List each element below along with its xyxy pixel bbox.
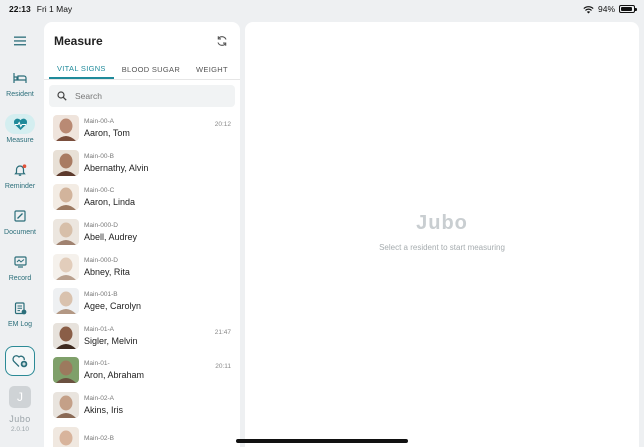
monitor-icon (13, 256, 27, 268)
add-measure-button[interactable] (5, 346, 35, 376)
resident-row[interactable]: Main-02-B (44, 422, 240, 447)
resident-unit: Main-01- (84, 360, 110, 368)
resident-row[interactable]: Main-000-D Abell, Audrey (44, 215, 240, 250)
heart-pulse-icon (13, 118, 27, 130)
bed-icon (13, 73, 27, 83)
resident-name: Abell, Audrey (84, 232, 138, 243)
resident-photo (53, 288, 79, 315)
rail-item-measure[interactable]: Measure (0, 114, 40, 144)
app-version: 2.0.10 (10, 426, 30, 433)
last-measured-time: 20:11 (215, 363, 231, 371)
resident-name: Agee, Carolyn (84, 301, 142, 312)
rail-label: EM Log (7, 321, 33, 328)
em-log-icon (14, 301, 26, 314)
document-edit-icon (14, 210, 26, 222)
battery-icon (619, 5, 637, 13)
resident-photo (53, 392, 79, 419)
resident-name: Abernathy, Alvin (84, 162, 149, 173)
resident-photo (53, 426, 79, 447)
resident-name: Abney, Rita (84, 266, 130, 277)
resident-unit: Main-00-B (84, 152, 114, 160)
page-title: Measure (54, 34, 103, 48)
tab-blood-sugar[interactable]: BLOOD SUGAR (114, 60, 188, 79)
tab-vital-signs[interactable]: VITAL SIGNS (49, 60, 114, 79)
resident-photo (53, 322, 79, 349)
resident-photo (53, 149, 79, 176)
status-bar: 22:13 Fri 1 May 94% (0, 0, 644, 18)
rail-label: Reminder (4, 183, 36, 190)
resident-unit: Main-00-C (84, 187, 115, 195)
resident-photo (53, 219, 79, 246)
resident-unit: Main-001-B (84, 291, 118, 299)
resident-row[interactable]: Main-00-C Aaron, Linda (44, 180, 240, 215)
empty-state-message: Select a resident to start measuring (379, 243, 505, 252)
rail-item-em-log[interactable]: EM Log (0, 298, 40, 328)
battery-level (621, 7, 633, 11)
resident-row[interactable]: Main-00-B Abernathy, Alvin (44, 146, 240, 181)
search-icon (57, 91, 67, 101)
status-date: Fri 1 May (36, 4, 73, 14)
resident-photo (53, 184, 79, 211)
search-bar (49, 85, 235, 107)
refresh-button[interactable] (214, 33, 230, 49)
wifi-icon (583, 5, 594, 14)
heart-plus-icon (12, 355, 28, 368)
resident-unit: Main-00-A (84, 118, 114, 126)
search-input[interactable] (75, 91, 215, 101)
rail-item-document[interactable]: Document (0, 206, 40, 236)
side-rail: Resident Measure Reminder Document Recor… (0, 18, 40, 447)
resident-unit: Main-01-A (84, 325, 114, 333)
panel-header: Measure (44, 22, 240, 60)
resident-photo (53, 357, 79, 384)
rail-label: Resident (6, 91, 34, 98)
last-measured-time: 21:47 (214, 328, 231, 336)
resident-photo (53, 253, 79, 280)
bell-icon (13, 163, 26, 176)
rail-label: Record (8, 275, 32, 282)
battery-percent: 94% (597, 4, 615, 14)
resident-row[interactable]: Main-001-B Agee, Carolyn (44, 284, 240, 319)
jubo-logo: Jubo (9, 414, 31, 424)
refresh-icon (217, 36, 227, 46)
resident-row[interactable]: Main-01- Aron, Abraham 20:11 (44, 353, 240, 388)
rail-label: Measure (6, 137, 34, 144)
rail-item-resident[interactable]: Resident (0, 68, 40, 98)
resident-name: Aaron, Linda (84, 197, 136, 208)
resident-name: Sigler, Melvin (84, 335, 138, 346)
resident-name: Aaron, Tom (84, 128, 130, 139)
empty-state: Jubo Select a resident to start measurin… (245, 212, 639, 252)
resident-name: Aron, Abraham (84, 370, 145, 381)
resident-unit: Main-000-D (84, 256, 118, 264)
resident-photo (53, 115, 79, 142)
resident-unit: Main-02-A (84, 395, 114, 403)
status-time: 22:13 (9, 4, 31, 14)
last-measured-time: 20:12 (214, 121, 231, 128)
hamburger-icon (14, 36, 26, 46)
resident-list-panel: Measure VITAL SIGNS BLOOD SUGAR WEIGHT M… (44, 22, 240, 447)
resident-row[interactable]: Main-000-D Abney, Rita (44, 249, 240, 284)
rail-label: Document (4, 229, 36, 236)
rail-item-reminder[interactable]: Reminder (0, 160, 40, 190)
measure-detail-panel: Jubo Select a resident to start measurin… (245, 22, 639, 447)
jubo-watermark-logo: Jubo (416, 212, 468, 234)
user-avatar[interactable]: J (9, 386, 31, 408)
resident-row[interactable]: Main-00-A Aaron, Tom 20:12 (44, 111, 240, 146)
resident-name: Akins, Iris (84, 405, 124, 416)
tab-weight[interactable]: WEIGHT (188, 60, 236, 79)
status-indicators: 94% (583, 4, 637, 14)
resident-unit: Main-000-D (84, 222, 118, 230)
resident-row[interactable]: Main-01-A Sigler, Melvin 21:47 (44, 319, 240, 354)
rail-item-record[interactable]: Record (0, 252, 40, 282)
resident-row[interactable]: Main-02-A Akins, Iris (44, 388, 240, 423)
resident-unit: Main-02-B (84, 434, 114, 442)
home-indicator[interactable] (236, 439, 408, 443)
measure-tabs: VITAL SIGNS BLOOD SUGAR WEIGHT (44, 60, 240, 80)
resident-list: Main-00-A Aaron, Tom 20:12 Main-00-B Abernat… (44, 111, 240, 447)
menu-button[interactable] (9, 30, 31, 52)
